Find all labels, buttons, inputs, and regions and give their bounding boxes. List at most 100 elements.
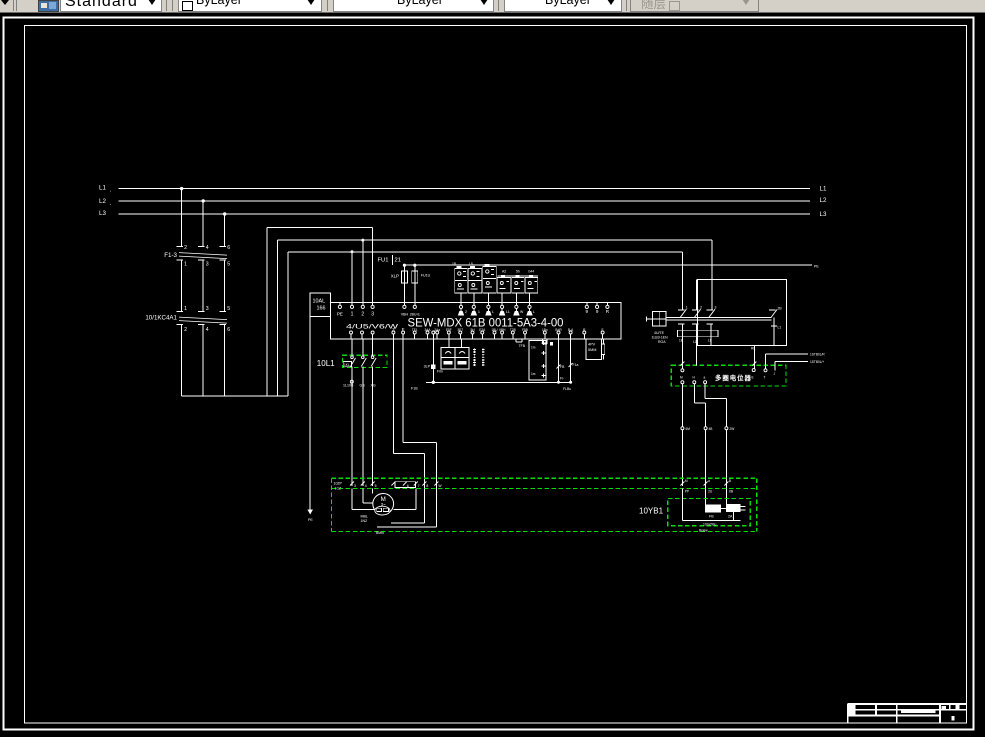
svg-text:L2: L2 — [820, 197, 827, 204]
svg-text:9: 9 — [596, 309, 599, 314]
svg-text:L5: L5 — [469, 262, 473, 266]
svg-text:3: 3 — [206, 306, 209, 312]
svg-text:TFB: TFB — [519, 344, 526, 348]
svg-text:L1: L1 — [820, 186, 827, 193]
svg-text:L3: L3 — [99, 210, 106, 217]
svg-text:FU1: FU1 — [378, 258, 389, 264]
svg-text:166: 166 — [317, 306, 326, 312]
svg-text:E2A: E2A — [479, 328, 486, 332]
svg-text:4U/TE: 4U/TE — [654, 331, 665, 335]
svg-text:F1a: F1a — [573, 363, 579, 367]
svg-text:3: 3 — [371, 312, 374, 318]
svg-text:2U: 2U — [708, 490, 713, 494]
svg-text:1CZ: 1CZ — [335, 487, 342, 491]
svg-text:4/U5/V6/W: 4/U5/V6/W — [346, 325, 399, 331]
svg-text:Brake: Brake — [699, 528, 708, 532]
svg-text:L3: L3 — [820, 211, 827, 218]
svg-text:F5B: F5B — [522, 328, 528, 332]
svg-text:3E7: 3E7 — [457, 328, 463, 332]
svg-text:1B: 1B — [452, 262, 457, 266]
svg-text:L1: L1 — [506, 310, 510, 314]
svg-text:4: 4 — [206, 245, 209, 251]
svg-text:GB: GB — [360, 384, 366, 388]
svg-text:9: 9 — [586, 309, 589, 314]
svg-text:F1-3: F1-3 — [164, 252, 177, 259]
svg-text:L8: L8 — [708, 339, 712, 343]
svg-text:1KL: 1KL — [344, 363, 350, 367]
svg-text:FB: FB — [560, 365, 565, 369]
svg-text:2Aa: 2Aa — [434, 328, 440, 332]
svg-text:2A: 2A — [728, 515, 733, 519]
svg-text:3: 3 — [206, 262, 209, 268]
svg-text:10mOBu: 10mOBu — [703, 523, 716, 527]
svg-text:FB: FB — [709, 515, 714, 519]
svg-text:PE: PE — [308, 518, 313, 522]
svg-text:2: 2 — [700, 306, 702, 310]
svg-text:8: 8 — [426, 484, 428, 488]
svg-text:M: M — [680, 375, 683, 379]
svg-text:1: 1 — [686, 306, 688, 310]
svg-text:1STB0L/+: 1STB0L/+ — [810, 360, 824, 364]
svg-text:6: 6 — [227, 327, 230, 333]
svg-text:TF1: TF1 — [412, 328, 418, 332]
svg-text:1m: 1m — [531, 346, 536, 350]
svg-text:3AA: 3AA — [424, 328, 431, 332]
svg-text:1B: 1B — [679, 339, 683, 343]
svg-text:4PV: 4PV — [588, 343, 596, 347]
svg-text:M: M — [685, 479, 688, 483]
svg-text:F/-: F/- — [560, 377, 564, 381]
svg-text:B-A: B-A — [568, 328, 574, 332]
svg-text:XB: XB — [729, 490, 733, 494]
svg-text:4: 4 — [206, 327, 209, 333]
svg-text:FLBu: FLBu — [563, 387, 571, 391]
svg-text:6: 6 — [227, 245, 230, 251]
svg-text:E: E — [602, 328, 604, 332]
svg-text:XG: XG — [371, 384, 376, 388]
svg-text:5MM: 5MM — [588, 348, 596, 352]
svg-text:a: a — [704, 375, 706, 379]
svg-text:T: T — [764, 375, 766, 379]
svg-text:B: B — [729, 479, 731, 483]
svg-text:F0n: F0n — [437, 370, 443, 374]
svg-text:L: L — [533, 310, 535, 314]
svg-text:2: 2 — [184, 245, 187, 251]
svg-text:4B: 4B — [709, 427, 713, 431]
svg-text:SEW-MDX 61B 0011-5A3-4-00: SEW-MDX 61B 0011-5A3-4-00 — [408, 318, 564, 330]
svg-text:21: 21 — [395, 258, 401, 264]
svg-text:10L1: 10L1 — [317, 359, 335, 368]
svg-text:MBL: MBL — [361, 515, 368, 519]
svg-text:T2B: T2B — [510, 328, 516, 332]
svg-text:5: 5 — [227, 262, 230, 268]
svg-text:B+R: B+R — [555, 328, 562, 332]
svg-text:F1B: F1B — [411, 387, 418, 391]
svg-text:1BU: 1BU — [491, 328, 498, 332]
svg-text:A2: A2 — [502, 270, 506, 274]
svg-text:a: a — [708, 479, 710, 483]
svg-text:L1: L1 — [99, 184, 106, 191]
svg-text:3: 3 — [715, 306, 717, 310]
svg-text:2: 2 — [361, 312, 364, 318]
svg-text:1N2: 1N2 — [361, 519, 368, 523]
svg-text:1Bn: 1Bn — [542, 328, 548, 332]
svg-text:10AL: 10AL — [313, 299, 326, 305]
svg-text:1: 1 — [184, 306, 187, 312]
svg-text:E: E — [752, 375, 754, 379]
svg-text:10YB1: 10YB1 — [639, 507, 664, 516]
svg-text:1: 1 — [478, 310, 480, 314]
svg-text:PE: PE — [814, 264, 819, 268]
svg-text:PE: PE — [337, 312, 343, 317]
svg-text:1: 1 — [351, 312, 354, 318]
svg-text:5: 5 — [375, 484, 377, 488]
svg-text:FU1U: FU1U — [421, 274, 431, 278]
svg-text:5H: 5H — [470, 328, 475, 332]
svg-text:7: 7 — [418, 484, 420, 488]
svg-text:ROA: ROA — [658, 340, 666, 344]
svg-text:10ZP: 10ZP — [334, 482, 343, 486]
svg-text:1: 1 — [184, 262, 187, 268]
svg-text:5h: 5h — [516, 270, 520, 274]
svg-text:L: L — [492, 310, 494, 314]
svg-text:6M: 6M — [686, 427, 691, 431]
svg-text:VBH: VBH — [499, 328, 506, 332]
svg-text:2BU-E: 2BU-E — [410, 313, 421, 317]
svg-text:2B: 2B — [778, 307, 783, 311]
